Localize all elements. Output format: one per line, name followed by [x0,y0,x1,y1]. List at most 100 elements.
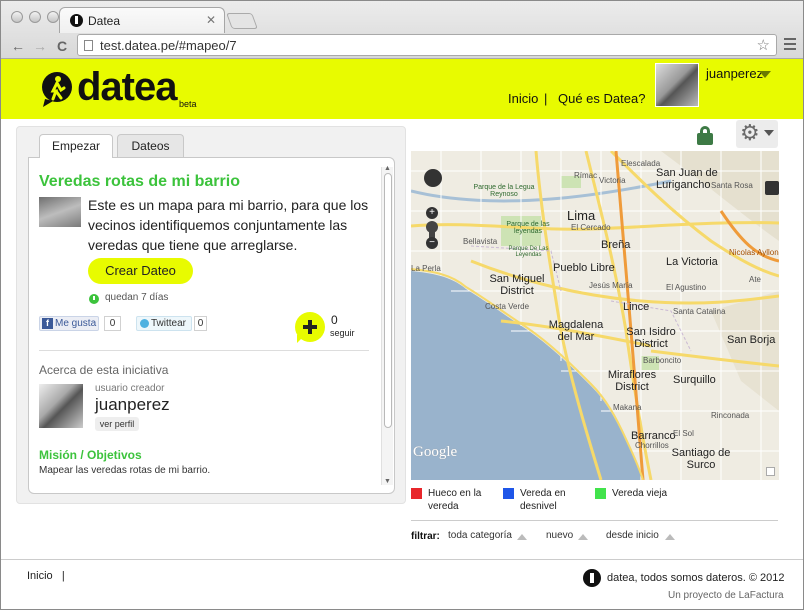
map-label-lima: Lima [567,208,596,223]
tab-empezar[interactable]: Empezar [39,134,113,158]
google-logo: Google [413,444,458,460]
filter-heading: filtrar: [411,531,440,542]
legend-label-vieja: Vereda vieja [612,488,668,499]
address-bar[interactable]: test.datea.pe/#mapeo/7 ☆ [77,34,777,56]
map-label-brena: Breña [601,239,631,251]
mission-text: Mapear las veredas rotas de mi barrio. [39,465,211,476]
page-icon [84,40,93,51]
creator-avatar[interactable] [39,384,83,428]
creator-name[interactable]: juanperez [95,395,170,415]
footer-divider [1,559,803,560]
mission-heading: Misión / Objetivos [39,448,142,462]
logo-text[interactable]: datea [77,65,177,110]
map-label-ate: Ate [749,275,762,284]
footer-inicio-link[interactable]: Inicio | [27,570,65,582]
follow-count: 0 [331,313,338,327]
site-header: datea beta Inicio | Qué es Datea? juanpe… [1,59,803,119]
nav-que-es-datea[interactable]: Qué es Datea? [558,91,645,106]
filter-divider [411,520,778,521]
section-divider [39,350,369,351]
tab-title: Datea [88,14,121,28]
map-label-santa-rosa: Santa Rosa [711,181,753,190]
legend-swatch-hueco [411,488,422,499]
scroll-down-icon[interactable]: ▼ [384,478,391,485]
datea-favicon-icon [70,14,83,27]
map-label-parque-leyendas-2: Parque De Las Leyendas [508,246,549,258]
footer-inicio-label[interactable]: Inicio [27,570,53,582]
panel-scrollbar[interactable]: ▲ ▼ [381,165,393,485]
map-label-magdalena-del-mar: Magdalena del Mar [548,319,604,343]
legend-label-hueco: Hueco en la vereda [428,488,482,512]
username-label[interactable]: juanperez [706,66,763,81]
map-label-bellavista: Bellavista [463,237,498,246]
footer-credit[interactable]: Un proyecto de LaFactura [668,590,784,601]
minimize-window-icon[interactable] [29,11,41,23]
filter-time-caret-icon[interactable] [665,534,675,540]
campaign-title: Veredas rotas de mi barrio [39,173,240,190]
filter-order[interactable]: nuevo [546,530,573,541]
lock-icon[interactable] [697,126,713,145]
map-label-san-isidro-district: San Isidro District [626,326,676,350]
map-label-costa-verde: Costa Verde [485,302,530,311]
back-icon[interactable]: ← [11,39,25,53]
settings-menu-button[interactable]: ⚙ [736,120,778,148]
map-label-el-cercado: El Cercado [571,223,611,232]
map-label-victoria: Victoria [599,176,626,185]
user-avatar[interactable] [655,63,699,107]
zoom-in-button[interactable]: + [426,207,438,219]
filter-time[interactable]: desde inicio [606,530,659,541]
tweet-count: 0 [194,316,207,331]
map-label-lince: Lince [623,301,650,313]
filter-category[interactable]: toda categoría [448,530,512,541]
view-profile-button[interactable]: ver perfil [95,417,139,431]
map-label-la-perla: La Perla [411,264,441,273]
legend-swatch-desnivel [503,488,514,499]
close-window-icon[interactable] [11,11,23,23]
map-label-san-borja: San Borja [727,334,776,346]
create-dateo-button[interactable]: Crear Dateo [88,258,193,284]
campaign-thumbnail [39,197,81,227]
map-terms-icon[interactable] [766,467,775,476]
follow-label[interactable]: seguir [330,328,355,338]
map-pan-control[interactable] [420,163,446,197]
footer-separator: | [61,570,65,582]
facebook-like-button[interactable]: f Me gusta [39,316,99,331]
zoom-window-icon[interactable] [47,11,59,23]
facebook-like-count: 0 [104,316,121,331]
map-label-jesus-maria: Jesús María [589,281,633,290]
map-label-santiago-de-surco: Santiago de Surco [671,447,731,471]
map-view[interactable]: Lima San Juan de Lurigancho La Perla San… [411,151,779,480]
zoom-out-button[interactable]: − [426,237,438,249]
forward-icon[interactable]: → [33,39,47,53]
nav-separator: | [544,91,548,106]
browser-tab[interactable]: Datea ✕ [59,7,225,33]
pan-arrows-icon[interactable] [424,169,442,187]
filter-order-caret-icon[interactable] [578,534,588,540]
tab-close-icon[interactable]: ✕ [206,13,216,27]
tab-dateos[interactable]: Dateos [117,134,184,158]
datea-logo-icon[interactable] [39,71,75,107]
bookmark-star-icon[interactable]: ☆ [757,36,770,54]
legend-swatch-vieja [595,488,606,499]
map-label-barboncito: Barboncito [643,356,682,365]
tweet-button[interactable]: Twittear [136,316,192,331]
gear-icon: ⚙ [740,120,760,145]
map-layers-icon[interactable] [765,181,779,195]
menu-icon[interactable] [784,38,796,50]
new-tab-button[interactable] [226,13,258,29]
clock-icon [89,294,99,304]
twitter-icon [140,319,149,328]
map-label-pueblo-libre: Pueblo Libre [553,262,615,274]
user-menu-caret-icon[interactable] [759,71,771,78]
reload-icon[interactable]: C [57,39,67,53]
map-label-el-agustino: El Agustino [666,283,707,292]
filter-category-caret-icon[interactable] [517,534,527,540]
map-label-el-sol: El Sol [673,429,694,438]
scroll-thumb[interactable] [384,173,392,428]
map-label-santa-catalina: Santa Catalina [673,307,726,316]
chevron-down-icon [764,130,774,136]
nav-inicio[interactable]: Inicio [508,91,538,106]
url-text[interactable]: test.datea.pe/#mapeo/7 [100,38,237,53]
scroll-up-icon[interactable]: ▲ [384,165,391,172]
map-label-rinconada: Rinconada [711,411,750,420]
